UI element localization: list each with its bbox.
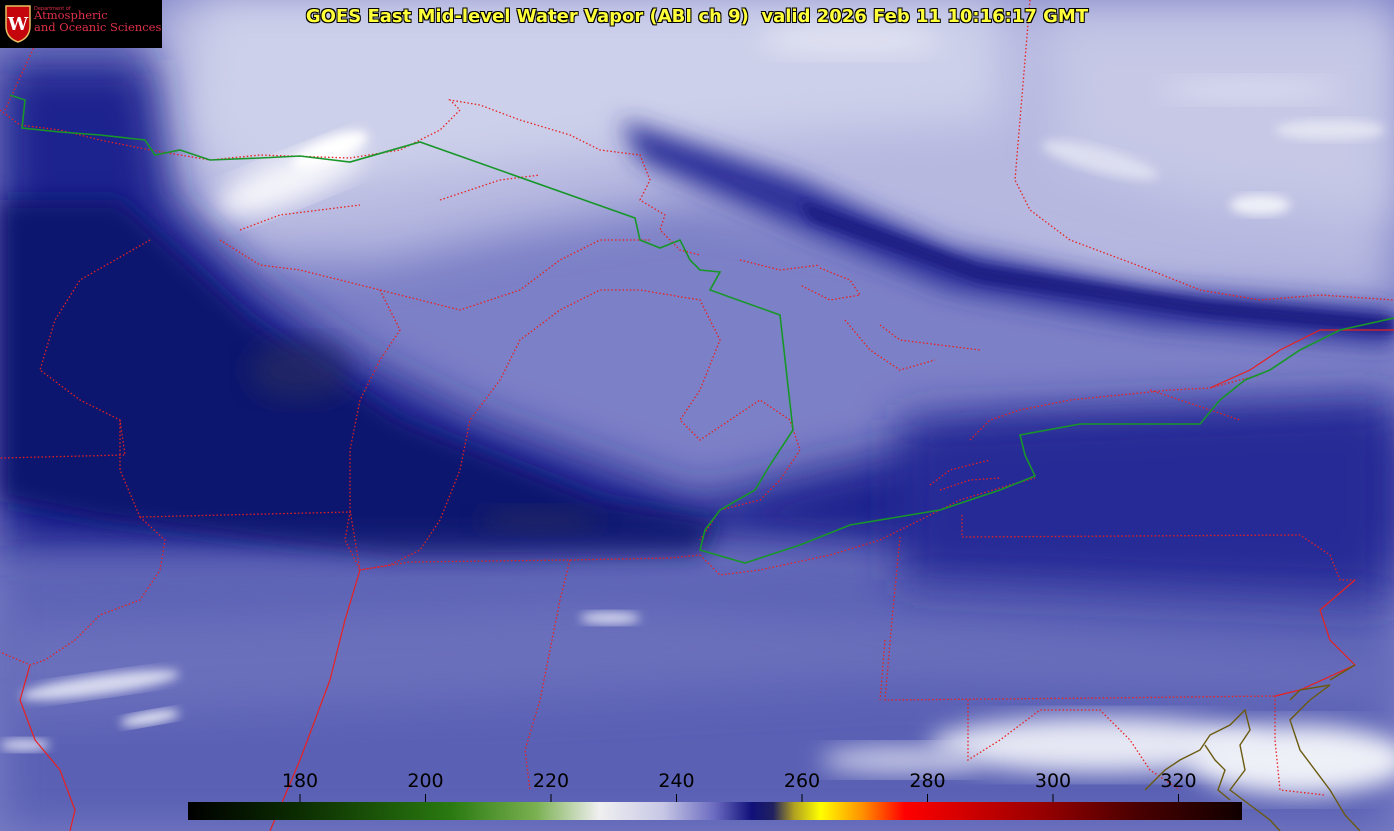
colorbar-tick-labels: 180 200 220 240 260 280 300 320 — [0, 770, 1394, 792]
image-title: GOES East Mid-level Water Vapor (ABI ch … — [305, 6, 1089, 27]
water-vapor-imagery-map — [0, 0, 1394, 831]
colorbar-tick-label: 180 — [281, 770, 319, 792]
colorbar-tick-label: 220 — [532, 770, 570, 792]
colorbar — [188, 802, 1242, 820]
colorbar-tick-label: 260 — [783, 770, 821, 792]
colorbar-tick-label: 240 — [658, 770, 695, 792]
colorbar-tick-label: 200 — [407, 770, 444, 792]
colorbar-tick-label: 320 — [1160, 770, 1197, 792]
colorbar-gradient — [188, 802, 1242, 820]
colorbar-tick-label: 300 — [1034, 770, 1072, 792]
colorbar-tick-label: 280 — [909, 770, 946, 792]
